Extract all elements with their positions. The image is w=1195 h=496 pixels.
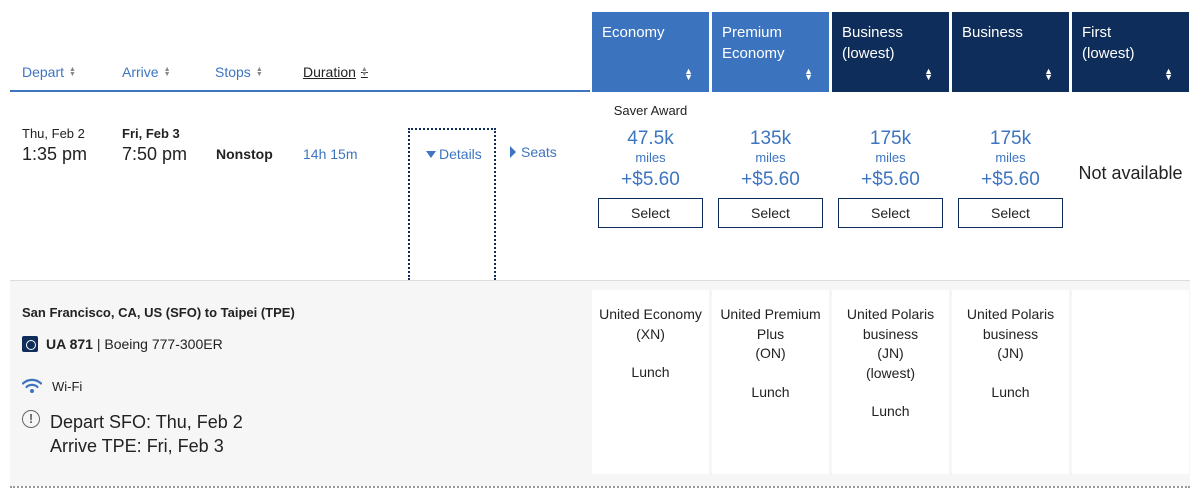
stops-value: Nonstop [216, 146, 273, 162]
sort-arrive-label: Arrive [122, 64, 159, 80]
meal-label: Lunch [751, 383, 790, 400]
fare-miles-unit: miles [995, 150, 1026, 165]
caret-down-icon [426, 150, 436, 158]
cabin-detail-line: (lowest) [865, 364, 915, 381]
cabin-header-first-lowest[interactable]: First (lowest) ▲ ▼ [1072, 12, 1189, 92]
fare-miles: 175k [869, 128, 912, 149]
fare-business-lowest: 175k miles +$5.60 Select [832, 0, 949, 228]
fare-miles: 47.5k [627, 128, 674, 149]
fare-miles: 175k [989, 128, 1032, 149]
sort-arrows-icon: ▲ ▼ [69, 66, 76, 78]
fare-fee: +$5.60 [621, 169, 680, 190]
details-link[interactable]: Details [426, 146, 482, 162]
fare-miles-unit: miles [635, 150, 666, 165]
cabin-detail-premium-plus: United Premium Plus (ON) Lunch [712, 290, 829, 474]
meal-label: Lunch [991, 383, 1030, 400]
cabin-detail-line: United Polaris [846, 306, 935, 322]
seats-link[interactable]: Seats [510, 144, 557, 160]
cabin-detail-line: business [862, 325, 919, 342]
cabin-detail-line: United Polaris [966, 306, 1055, 322]
flight-separator: | [96, 336, 101, 352]
arrive-notice: Arrive TPE: Fri, Feb 3 [50, 436, 224, 456]
exclamation-circle-icon: ! [22, 410, 40, 428]
cabin-detail-line: United Premium [720, 306, 821, 322]
united-logo-icon [22, 336, 38, 352]
duration-value: 14h 15m [303, 146, 358, 162]
wifi-label: Wi-Fi [52, 378, 83, 394]
cabin-detail-first [1072, 290, 1189, 474]
cabin-detail-line: (XN) [636, 325, 665, 342]
first-not-available: Not available [1078, 163, 1183, 183]
meal-label: Lunch [631, 364, 670, 380]
flight-info-line: UA 871 | Boeing 777-300ER [22, 336, 223, 352]
fare-miles-unit: miles [875, 150, 906, 165]
cabin-detail-line: business [982, 325, 1039, 342]
sort-arrows-icon: ▲ ▼ [255, 66, 263, 78]
fare-fee: +$5.60 [861, 169, 920, 190]
sort-arrows-icon: ▲ ▼ [163, 66, 171, 78]
select-business-lowest-button[interactable]: Select [838, 198, 943, 228]
depart-date: Thu, Feb 2 [22, 126, 85, 141]
cabin-detail-line: (JN) [997, 345, 1024, 361]
cabin-detail-polaris-lowest: United Polaris business (JN) (lowest) Lu… [832, 290, 949, 474]
fare-premium-economy: 135k miles +$5.60 Select [712, 0, 829, 228]
details-label: Details [439, 146, 482, 162]
arrive-date: Fri, Feb 3 [122, 126, 180, 141]
wifi-amenity: Wi-Fi [22, 378, 82, 394]
seats-label: Seats [521, 144, 557, 160]
fare-miles-unit: miles [755, 150, 786, 165]
sort-arrive[interactable]: Arrive ▲ ▼ [122, 64, 171, 80]
cabin-detail-line: (JN) [877, 345, 904, 361]
caret-right-icon [510, 146, 516, 158]
fare-fee: +$5.60 [741, 169, 800, 190]
sort-depart-label: Depart [22, 64, 65, 80]
panel-divider [10, 486, 1190, 488]
flight-number: UA 871 [46, 336, 93, 352]
details-toggle-focus: Details [408, 128, 496, 280]
cabin-detail-economy: United Economy (XN) Lunch [592, 290, 709, 474]
cabin-detail-line: Plus [756, 325, 785, 342]
date-change-notice: ! Depart SFO: Thu, Feb 2 Arrive TPE: Fri… [22, 410, 243, 458]
aircraft-type: Boeing 777-300ER [104, 336, 223, 352]
fare-economy: 47.5k miles +$5.60 Select [592, 0, 709, 228]
fare-miles: 135k [749, 128, 792, 149]
sort-stops[interactable]: Stops ▲ ▼ [215, 64, 263, 80]
fare-fee: +$5.60 [981, 169, 1040, 190]
select-business-button[interactable]: Select [958, 198, 1063, 228]
cabin-name: First [1082, 24, 1112, 41]
select-premium-economy-button[interactable]: Select [718, 198, 823, 228]
cabin-detail-line: (ON) [755, 345, 786, 361]
wifi-icon [22, 378, 42, 393]
route-title: San Francisco, CA, US (SFO) to Taipei (T… [22, 305, 295, 320]
sort-depart[interactable]: Depart ▲ ▼ [22, 64, 76, 80]
sort-arrows-icon: ▲ ▼ [1164, 66, 1173, 82]
cabin-sub: (lowest) [1082, 45, 1135, 62]
cabin-detail-polaris: United Polaris business (JN) Lunch [952, 290, 1069, 474]
depart-time: 1:35 pm [22, 144, 88, 164]
arrive-time: 7:50 pm [122, 144, 188, 164]
sort-arrows-icon: ▲ ▼ [360, 66, 368, 78]
cabin-detail-line: United Economy [599, 306, 702, 322]
sort-stops-label: Stops [215, 64, 251, 80]
sort-duration-label: Duration [303, 64, 356, 80]
depart-notice: Depart SFO: Thu, Feb 2 [50, 412, 243, 432]
meal-label: Lunch [871, 403, 910, 419]
fare-business: 175k miles +$5.60 Select [952, 0, 1069, 228]
sort-duration[interactable]: Duration ▲ ▼ [303, 64, 368, 80]
select-economy-button[interactable]: Select [598, 198, 703, 228]
sort-header-row: Depart ▲ ▼ Arrive ▲ ▼ Stops ▲ ▼ Duration ▲ ▼ [10, 0, 590, 92]
